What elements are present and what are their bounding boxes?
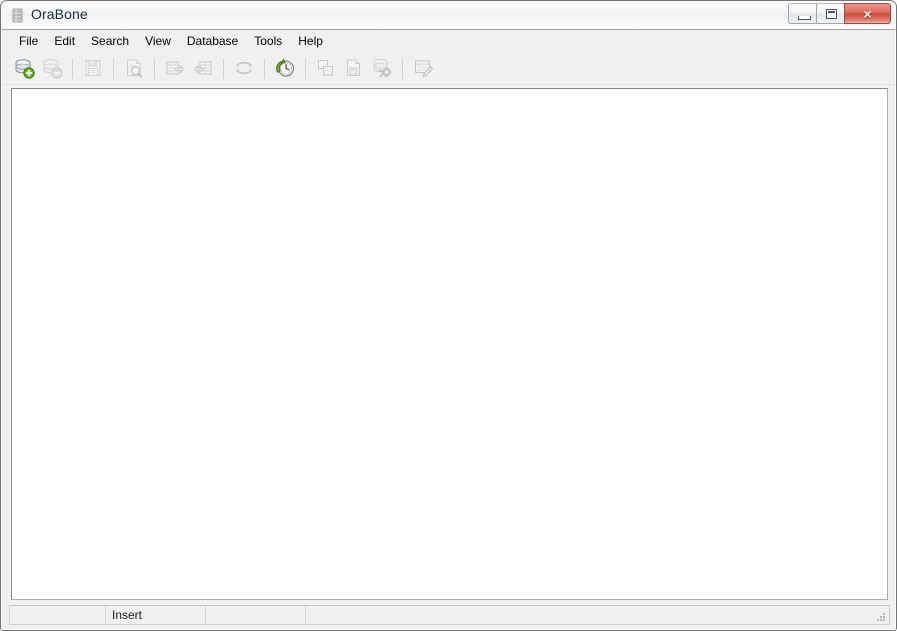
application-window: OraBone × File Edit Search View Database… [0, 0, 897, 631]
status-panel-insert-mode: Insert [106, 606, 206, 624]
restore-icon [826, 9, 837, 19]
menu-item-edit[interactable]: Edit [46, 32, 83, 51]
sync-arrows-icon [236, 61, 252, 75]
database-remove-icon [43, 59, 63, 79]
menu-item-tools[interactable]: Tools [246, 32, 290, 51]
status-panel-modified [206, 606, 306, 624]
minimize-button[interactable] [788, 3, 817, 24]
toolbar-separator [264, 57, 265, 79]
minimize-icon [798, 16, 811, 20]
menu-item-file[interactable]: File [11, 32, 46, 51]
paste-button [340, 54, 368, 82]
add-database-button[interactable] [10, 54, 38, 82]
toolbar-separator [72, 57, 73, 79]
resize-grip-icon[interactable] [875, 611, 887, 623]
document-edit-icon [415, 60, 434, 78]
table-import-icon [194, 61, 212, 75]
database-server-icon [10, 8, 25, 23]
menu-item-help[interactable]: Help [290, 32, 331, 51]
table-export-icon [166, 61, 184, 75]
menu-item-database[interactable]: Database [179, 32, 246, 51]
database-add-icon [15, 59, 35, 79]
paste-document-icon [347, 59, 360, 76]
toolbar-separator [113, 57, 114, 79]
menu-bar: File Edit Search View Database Tools Hel… [2, 30, 896, 52]
database-settings-button [368, 54, 396, 82]
editor-client-area[interactable] [11, 88, 888, 600]
window-bottom-edge [2, 625, 896, 630]
maximize-restore-button[interactable] [816, 3, 845, 24]
window-title: OraBone [31, 6, 88, 22]
document-search-icon [127, 59, 143, 78]
edit-document-button [409, 54, 437, 82]
toolbar-separator [154, 57, 155, 79]
toolbar-separator [305, 57, 306, 79]
history-button[interactable] [271, 54, 299, 82]
title-bar[interactable]: OraBone × [1, 1, 896, 30]
save-disk-icon [85, 60, 101, 76]
status-bar: Insert [9, 605, 890, 625]
menu-item-view[interactable]: View [137, 32, 179, 51]
find-button [120, 54, 148, 82]
export-button [161, 54, 189, 82]
save-button [79, 54, 107, 82]
toolbar-separator [223, 57, 224, 79]
database-gear-icon [373, 58, 392, 78]
toolbar-separator [402, 57, 403, 79]
status-panel-position [10, 606, 106, 624]
import-button [189, 54, 217, 82]
refresh-sync-button [230, 54, 258, 82]
copy-icon [318, 60, 333, 76]
remove-database-button [38, 54, 66, 82]
main-toolbar [2, 52, 896, 85]
close-button[interactable]: × [844, 3, 891, 24]
copy-button [312, 54, 340, 82]
status-panel-message [306, 606, 889, 624]
menu-item-search[interactable]: Search [83, 32, 137, 51]
close-icon: × [863, 5, 872, 22]
clock-history-icon [276, 58, 295, 77]
